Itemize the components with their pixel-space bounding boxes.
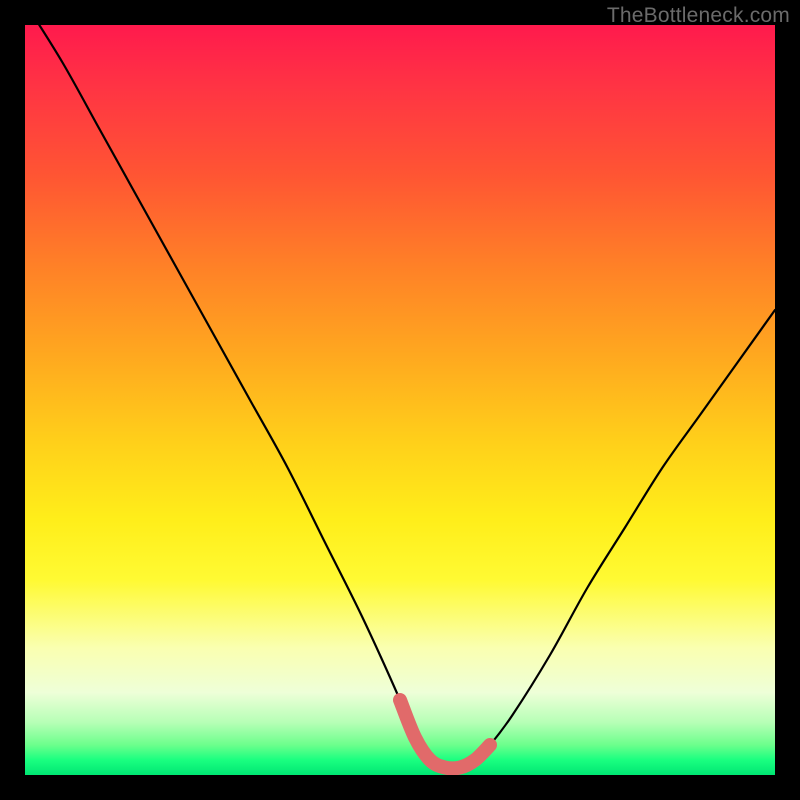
- chart-frame: TheBottleneck.com: [0, 0, 800, 800]
- bottleneck-curve-line: [25, 25, 775, 768]
- trough-highlight-line: [400, 700, 490, 768]
- chart-plot-area: [25, 25, 775, 775]
- chart-svg: [25, 25, 775, 775]
